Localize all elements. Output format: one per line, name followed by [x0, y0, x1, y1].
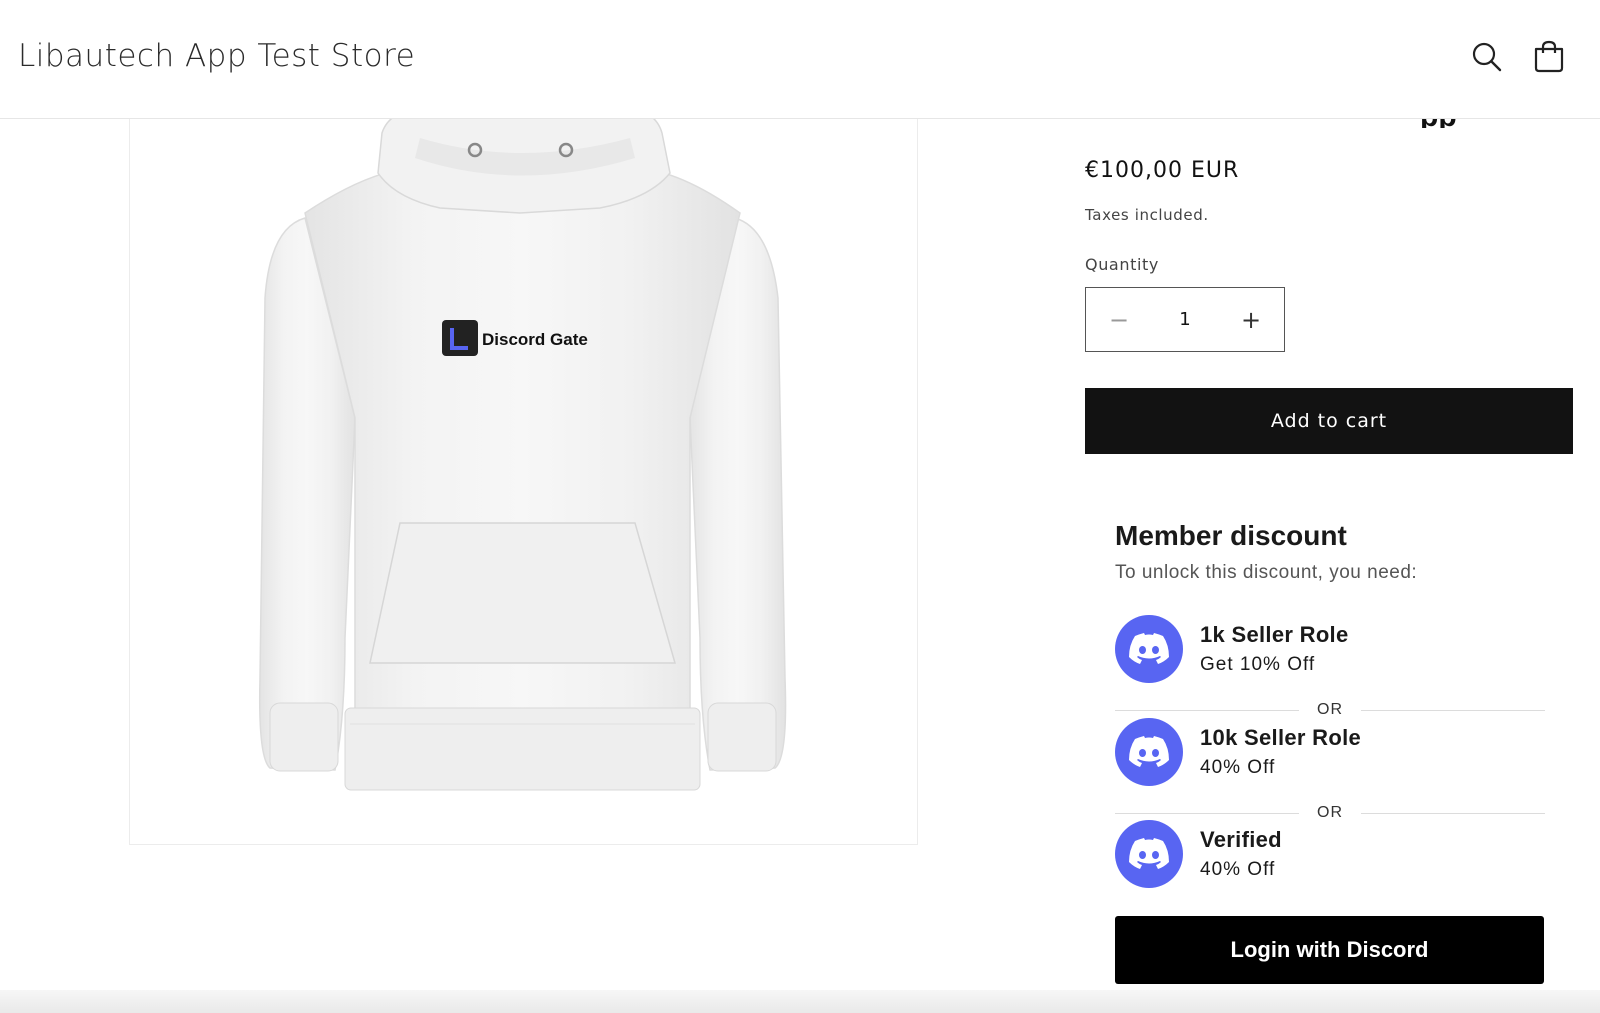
quantity-label: Quantity [1085, 255, 1159, 274]
add-to-cart-button[interactable]: Add to cart [1085, 388, 1573, 454]
login-with-discord-button[interactable]: Login with Discord [1115, 916, 1544, 984]
discord-icon [1115, 718, 1183, 786]
role-perk: 40% Off [1200, 757, 1276, 778]
member-discount-subtitle: To unlock this discount, you need: [1115, 562, 1418, 583]
site-header: Libautech App Test Store [0, 0, 1600, 119]
or-divider: OR [1115, 700, 1545, 720]
product-image[interactable]: Discord Gate [129, 118, 918, 845]
discord-gate-logo [442, 320, 478, 356]
store-name-link[interactable]: Libautech App Test Store [18, 38, 415, 74]
quantity-decrease-button[interactable]: − [1086, 288, 1152, 351]
taxes-note: Taxes included. [1085, 206, 1209, 224]
discord-icon [1115, 615, 1183, 683]
member-discount-panel: Member discount To unlock this discount,… [1115, 520, 1545, 888]
role-perk: Get 10% Off [1200, 654, 1316, 675]
or-label: OR [1317, 701, 1343, 718]
product-price: €100,00 EUR [1085, 158, 1240, 183]
role-perk: 40% Off [1200, 859, 1276, 880]
quantity-input[interactable] [1153, 308, 1217, 331]
page-bottom-edge [0, 990, 1600, 1013]
print-logo-text: Discord Gate [482, 330, 588, 349]
role-name: 10k Seller Role [1200, 725, 1362, 750]
search-icon[interactable] [1470, 40, 1504, 74]
role-requirement: 1k Seller Role Get 10% Off [1115, 615, 1545, 683]
role-name: Verified [1200, 827, 1282, 852]
cart-icon[interactable] [1532, 40, 1566, 74]
discord-icon [1115, 820, 1183, 888]
role-requirement: 10k Seller Role 40% Off [1115, 718, 1545, 786]
role-name: 1k Seller Role [1200, 622, 1349, 647]
quantity-stepper: − + [1085, 287, 1285, 352]
member-discount-title: Member discount [1115, 520, 1347, 551]
role-requirement: Verified 40% Off [1115, 820, 1545, 888]
quantity-increase-button[interactable]: + [1218, 288, 1284, 351]
